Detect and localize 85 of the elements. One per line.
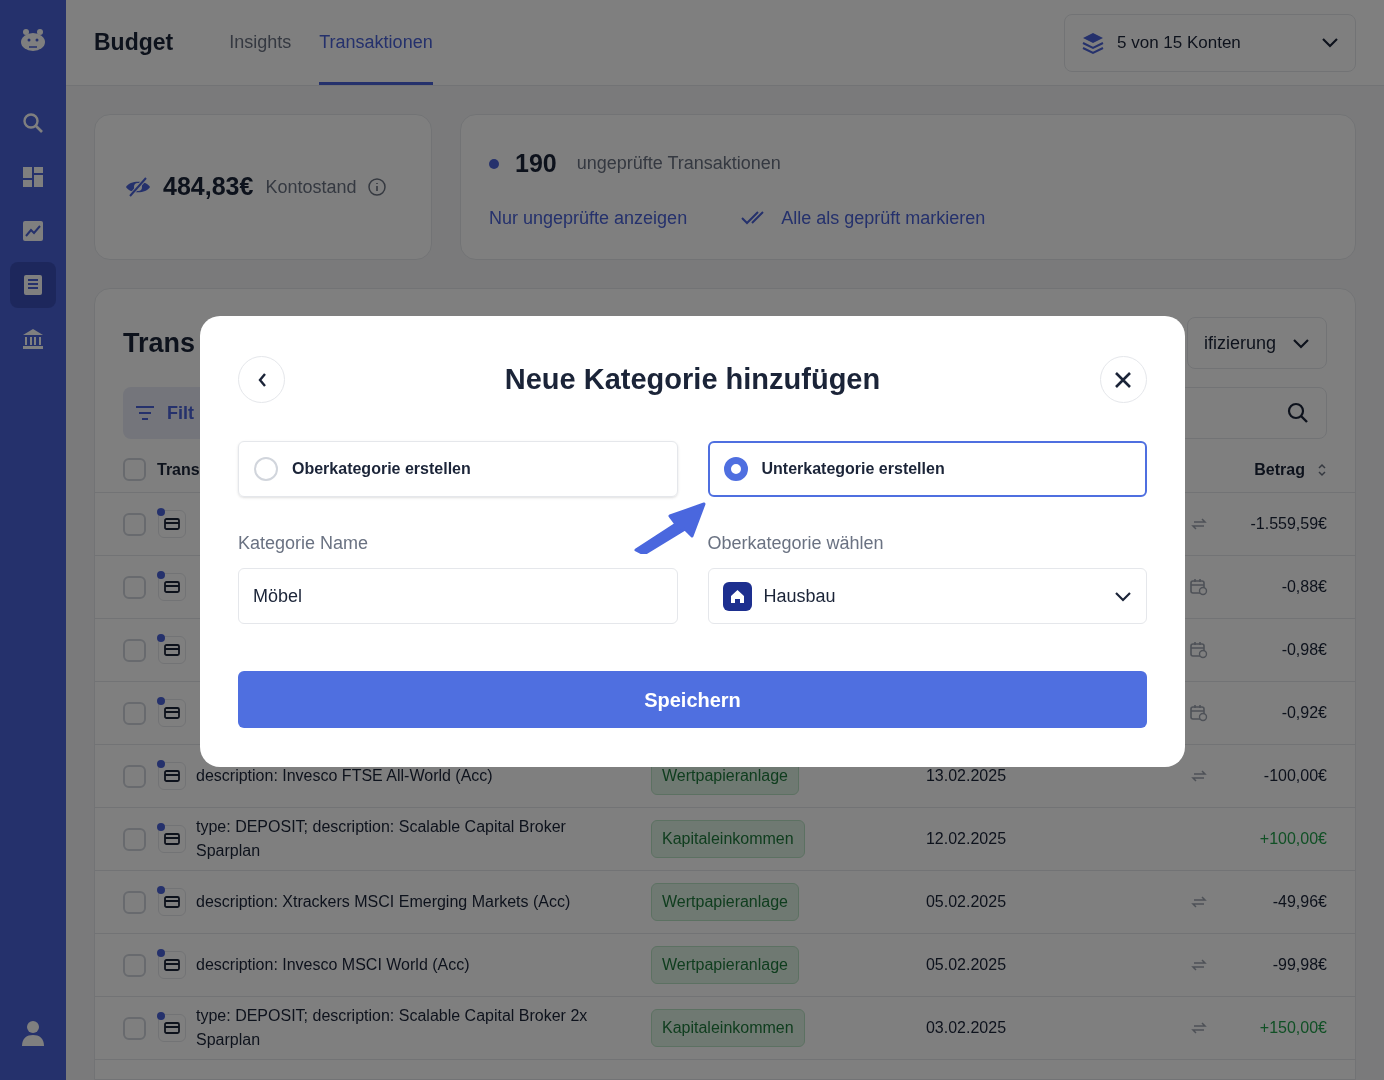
user-icon[interactable]	[21, 1020, 45, 1046]
field-label: Oberkategorie wählen	[707, 532, 885, 555]
transaction-description: description: Xtrackers MSCI Emerging Markets (Acc)	[196, 892, 572, 912]
radio-option[interactable]: Unterkategorie erstellen	[707, 441, 1147, 497]
transaction-description: description: Invesco FTSE All-World (Acc)	[196, 766, 494, 786]
search-icon	[21, 111, 45, 135]
dashboard-icon	[21, 165, 45, 189]
transaction-description: type: DEPOSIT; description: Scalable Capital Broker 2x Sparplan	[196, 1006, 589, 1050]
account-selector[interactable]: 5 von 15 Konten	[1064, 13, 1356, 72]
amount-cell-text: -1.559,59€	[1249, 514, 1327, 534]
status-dot-icon	[489, 158, 499, 169]
chevron-down-icon	[1321, 37, 1339, 48]
action-link[interactable]: Alle als geprüft markieren	[781, 204, 986, 232]
name-field[interactable]: Möbel	[238, 568, 678, 624]
tab[interactable]: Insights	[229, 0, 292, 85]
unreviewed-label: ungeprüfte Transaktionen	[576, 152, 781, 176]
card-icon	[158, 1014, 186, 1042]
amount-cell-text: -99,98€	[1271, 955, 1327, 975]
date-cell-text: 13.02.2025	[924, 766, 1008, 786]
arrow-icon	[632, 502, 706, 554]
list-icon	[21, 273, 45, 297]
amount-cell-text: -0,98€	[1280, 640, 1327, 660]
chart-icon	[21, 219, 45, 243]
card-icon	[158, 699, 186, 727]
transaction-description: description: Invesco MSCI World (Acc)	[196, 955, 471, 975]
calendar-icon	[1190, 578, 1208, 596]
card-icon	[158, 762, 186, 790]
page-title: Budget	[94, 28, 174, 58]
chevron-down-icon	[1114, 590, 1132, 602]
tab[interactable]: Transaktionen	[319, 0, 433, 85]
column-header: Trans	[157, 459, 200, 480]
amount-cell-text: +150,00€	[1258, 1018, 1327, 1038]
sort-icon[interactable]	[1317, 461, 1327, 478]
balance-amount: 484,83€	[163, 171, 254, 203]
action-link[interactable]: Nur ungeprüfte anzeigen	[489, 204, 688, 232]
amount-cell-text: +100,00€	[1258, 829, 1327, 849]
section-title: Trans	[123, 326, 196, 360]
info-icon[interactable]	[368, 178, 387, 196]
hidden-eye-icon[interactable]	[125, 176, 151, 198]
filter-icon	[135, 405, 155, 421]
column-header[interactable]: Betrag	[1254, 457, 1305, 482]
field-label: Kategorie Name	[238, 532, 370, 555]
chevron-left-icon	[256, 371, 267, 388]
category-tag[interactable]: Kapitaleinkommen	[651, 820, 805, 858]
category-tag[interactable]: Wertpapieranlage	[651, 883, 799, 921]
chevron-down-icon	[1292, 337, 1310, 349]
calendar-icon	[1190, 641, 1208, 659]
sidebar-item[interactable]	[10, 262, 56, 308]
transfer-icon	[1191, 518, 1207, 530]
hippo-logo-icon[interactable]	[20, 28, 46, 52]
dialog-title: Neue Kategorie hinzufügen	[504, 361, 881, 397]
card-icon	[158, 510, 186, 538]
card-icon	[158, 636, 186, 664]
date-cell-text: 03.02.2025	[924, 1018, 1008, 1038]
search-icon	[1286, 401, 1310, 425]
card-icon	[158, 888, 186, 916]
date-cell-text: 12.02.2025	[924, 829, 1008, 849]
card-icon	[158, 573, 186, 601]
transaction-description: type: DEPOSIT; description: Scalable Capital Broker Sparplan	[196, 817, 567, 861]
card-icon	[158, 951, 186, 979]
amount-cell-text: -0,88€	[1280, 577, 1327, 597]
amount-cell-text: -100,00€	[1262, 766, 1327, 786]
transfer-icon	[1191, 896, 1207, 908]
close-icon	[1114, 370, 1133, 389]
date-cell-text: 05.02.2025	[924, 955, 1008, 975]
transfer-icon	[1191, 1022, 1207, 1034]
bank-icon	[21, 327, 45, 351]
category-dropdown[interactable]: Hausbau	[707, 568, 1147, 624]
category-tag[interactable]: Kapitaleinkommen	[651, 1009, 805, 1047]
radio-button[interactable]	[723, 457, 748, 481]
layers-icon	[1081, 30, 1105, 55]
house-icon	[722, 581, 752, 611]
transfer-icon	[1191, 959, 1207, 971]
radio-option[interactable]: Oberkategorie erstellen	[238, 441, 678, 497]
amount-cell-text: -49,96€	[1271, 892, 1327, 912]
transfer-icon	[1191, 770, 1207, 782]
amount-cell-text: -0,92€	[1280, 703, 1327, 723]
balance-label: Kontostand	[265, 175, 357, 199]
save-button[interactable]: Speichern	[238, 671, 1147, 728]
sort-dropdown[interactable]: ifizierung	[1186, 317, 1327, 369]
date-cell-text: 05.02.2025	[924, 892, 1008, 912]
unreviewed-count: 190	[515, 148, 557, 179]
calendar-icon	[1190, 704, 1208, 722]
card-icon	[158, 825, 186, 853]
category-tag[interactable]: Wertpapieranlage	[651, 946, 799, 984]
